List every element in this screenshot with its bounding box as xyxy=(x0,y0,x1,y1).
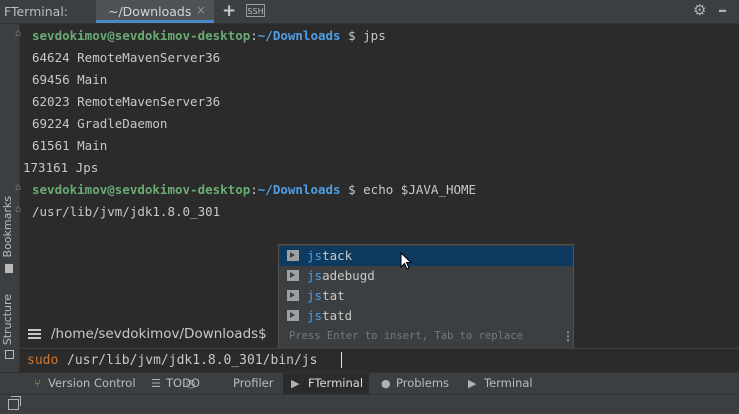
tab-profiler[interactable]: ◷ Profiler xyxy=(180,373,275,394)
terminal-icon: ▶ xyxy=(468,377,477,390)
tool-window-title: FTerminal: xyxy=(4,4,69,19)
left-tool-stripe: Bookmarks Structure xyxy=(0,24,20,372)
command-text: /usr/lib/jvm/jdk1.8.0_301/bin/js xyxy=(67,353,318,368)
text-caret xyxy=(341,352,342,368)
completion-item-jstack[interactable]: jstack xyxy=(279,246,573,266)
tab-problems[interactable]: ● Problems xyxy=(375,373,455,394)
terminal-icon xyxy=(287,250,299,261)
output-line: 69224 GradleDaemon xyxy=(32,116,168,131)
tab-fterminal[interactable]: ▶ FTerminal xyxy=(283,373,369,394)
problems-icon: ● xyxy=(381,377,391,390)
profiler-icon: ◷ xyxy=(186,377,196,390)
lock-icon: ⌂ xyxy=(15,182,22,193)
output-line: 69456 Main xyxy=(32,72,108,87)
bookmark-icon xyxy=(5,264,13,273)
gear-icon[interactable]: ⚙ xyxy=(693,1,706,19)
tab-downloads[interactable]: ~/Downloads × xyxy=(96,0,214,23)
status-bar xyxy=(0,394,739,414)
ssh-button[interactable]: SSH xyxy=(246,4,265,17)
minus-icon[interactable]: – xyxy=(718,0,727,21)
lock-icon: ⌂ xyxy=(15,204,22,215)
menu-icon[interactable] xyxy=(28,327,41,341)
terminal-icon xyxy=(287,270,299,281)
output-line: 173161 Jps xyxy=(23,160,99,175)
terminal-icon: ▶ xyxy=(291,377,300,390)
output-line: 62023 RemoteMavenServer36 xyxy=(32,94,221,109)
add-tab-button[interactable]: + xyxy=(222,1,236,21)
sudo-keyword: sudo xyxy=(27,353,59,368)
output-line: 61561 Main xyxy=(32,138,108,153)
completion-item-jstatd[interactable]: jstatd xyxy=(279,306,573,326)
completion-popup[interactable]: jstack jsadebugd jstat jstatd Press Ente… xyxy=(278,244,574,350)
tool-window-bar: ⑂ Version Control ☰ TODO ◷ Profiler ▶ FT… xyxy=(0,372,739,394)
structure-tab[interactable]: Structure xyxy=(1,294,14,345)
tab-label: ~/Downloads xyxy=(108,4,192,19)
prompt-line: ⌂ sevdokimov@sevdokimov-desktop:~/Downloa… xyxy=(15,28,386,43)
completion-item-jsadebugd[interactable]: jsadebugd xyxy=(279,266,573,286)
bookmarks-tab[interactable]: Bookmarks xyxy=(1,196,14,257)
prompt-line: ⌂ sevdokimov@sevdokimov-desktop:~/Downloa… xyxy=(15,182,477,197)
structure-icon xyxy=(5,350,14,359)
command-input[interactable]: sudo /usr/lib/jvm/jdk1.8.0_301/bin/js xyxy=(20,348,739,372)
output-line: 64624 RemoteMavenServer36 xyxy=(32,50,221,65)
list-icon: ☰ xyxy=(151,377,161,390)
current-directory: /home/sevdokimov/Downloads$ xyxy=(28,326,267,342)
terminal-icon xyxy=(287,290,299,301)
close-icon[interactable]: × xyxy=(196,3,206,17)
lock-icon: ⌂ xyxy=(15,28,22,39)
completion-hint: Press Enter to insert, Tab to replace xyxy=(289,330,523,342)
toggle-tool-windows-icon[interactable] xyxy=(8,399,19,410)
output-line: ⌂/usr/lib/jvm/jdk1.8.0_301 xyxy=(15,204,221,219)
more-options-icon[interactable]: ⋮ xyxy=(562,329,574,343)
completion-item-jstat[interactable]: jstat xyxy=(279,286,573,306)
branch-icon: ⑂ xyxy=(34,377,41,390)
mouse-pointer-icon xyxy=(400,252,413,270)
tab-version-control[interactable]: ⑂ Version Control xyxy=(28,373,138,394)
tab-terminal[interactable]: ▶ Terminal xyxy=(462,373,542,394)
tool-window-header: FTerminal: ~/Downloads × + SSH ⚙ – xyxy=(0,0,739,24)
terminal-icon xyxy=(287,310,299,321)
